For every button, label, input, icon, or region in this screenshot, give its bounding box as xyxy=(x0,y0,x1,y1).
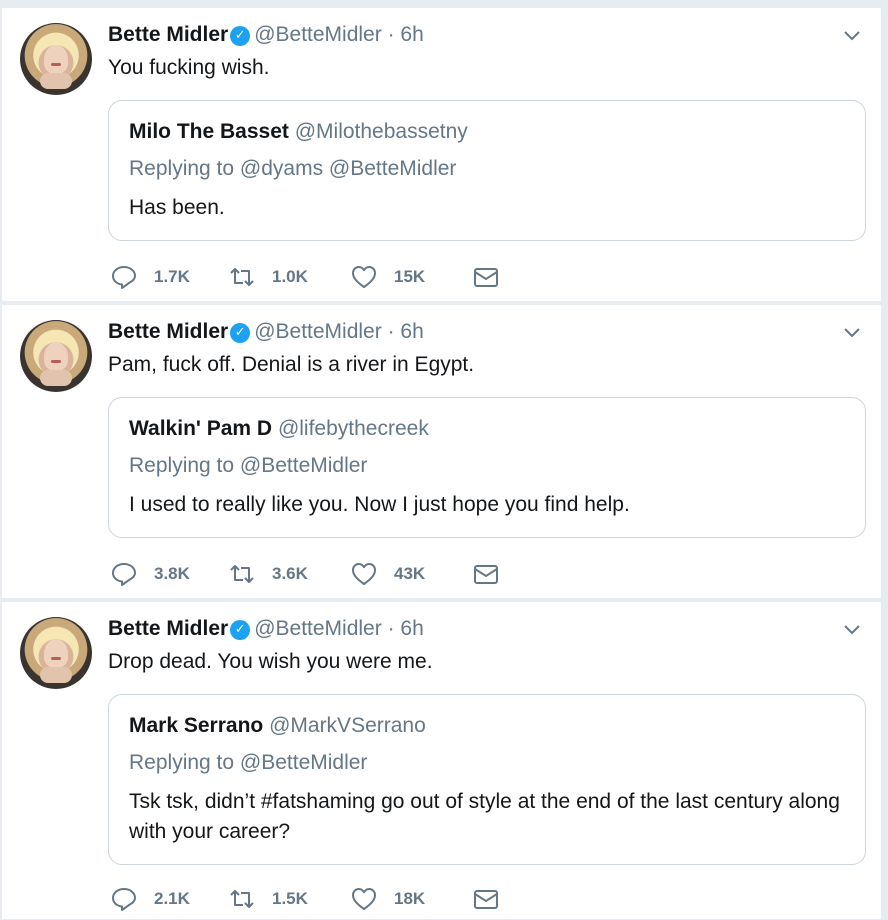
tweet[interactable]: Bette Midler ✓ @BetteMidler · 6h You fucki… xyxy=(2,8,881,302)
tweet-actions: 3.8K 3.6K 43K xyxy=(110,560,530,590)
envelope-icon xyxy=(474,565,498,584)
avatar[interactable] xyxy=(20,617,92,689)
quoted-tweet[interactable]: Milo The Basset @Milothebassetny Replyin… xyxy=(108,100,866,241)
author-handle[interactable]: @BetteMidler xyxy=(254,617,382,640)
reply-button[interactable]: 2.1K xyxy=(110,885,190,913)
quoted-replying-to: Replying to @BetteMidler xyxy=(129,454,368,477)
reply-count: 2.1K xyxy=(154,889,190,908)
quoted-header: Mark Serrano @MarkVSerrano xyxy=(129,714,426,738)
retweet-count: 1.5K xyxy=(272,889,308,908)
retweet-count: 3.6K xyxy=(272,564,308,583)
like-count: 15K xyxy=(394,267,426,286)
like-count: 43K xyxy=(394,564,426,583)
author-name[interactable]: Bette Midler xyxy=(108,23,228,46)
retweet-count: 1.0K xyxy=(272,267,308,286)
tweet-actions: 1.7K 1.0K 15K xyxy=(110,263,530,293)
author-name[interactable]: Bette Midler xyxy=(108,617,228,640)
verified-badge-icon: ✓ xyxy=(230,620,251,640)
author-handle[interactable]: @BetteMidler xyxy=(254,320,382,343)
quoted-header: Walkin' Pam D @lifebythecreek xyxy=(129,417,429,441)
like-button[interactable]: 15K xyxy=(350,263,425,291)
reply-icon xyxy=(112,563,136,586)
reply-count: 3.8K xyxy=(154,564,190,583)
retweet-button[interactable]: 3.6K xyxy=(228,560,308,588)
chevron-down-icon[interactable] xyxy=(842,622,862,638)
quoted-author-name: Mark Serrano xyxy=(129,714,264,737)
quoted-header: Milo The Basset @Milothebassetny xyxy=(129,120,468,144)
quoted-tweet[interactable]: Walkin' Pam D @lifebythecreek Replying t… xyxy=(108,397,866,538)
author-name[interactable]: Bette Midler xyxy=(108,320,228,343)
separator-dot: · xyxy=(387,23,395,46)
reply-icon xyxy=(112,266,136,289)
quoted-author-handle: @lifebythecreek xyxy=(277,417,429,440)
retweet-icon xyxy=(230,268,254,286)
author-handle[interactable]: @BetteMidler xyxy=(254,23,382,46)
heart-icon xyxy=(352,888,376,910)
tweet[interactable]: Bette Midler ✓ @BetteMidler · 6h Drop dead… xyxy=(2,602,881,920)
quoted-author-name: Milo The Basset xyxy=(129,120,289,143)
like-count: 18K xyxy=(394,889,426,908)
direct-message-button[interactable] xyxy=(472,263,500,291)
separator-dot: · xyxy=(387,320,395,343)
like-button[interactable]: 18K xyxy=(350,885,425,913)
quoted-author-handle: @MarkVSerrano xyxy=(269,714,426,737)
heart-icon xyxy=(352,266,376,288)
reply-button[interactable]: 1.7K xyxy=(110,263,190,291)
tweet-timestamp[interactable]: 6h xyxy=(400,23,423,46)
tweet-text: Pam, fuck off. Denial is a river in Egyp… xyxy=(108,353,475,376)
reply-count: 1.7K xyxy=(154,267,190,286)
quoted-replying-to: Replying to @dyams @BetteMidler xyxy=(129,157,457,180)
tweet-actions: 2.1K 1.5K 18K xyxy=(110,885,530,915)
tweet[interactable]: Bette Midler ✓ @BetteMidler · 6h Pam, fuck… xyxy=(2,305,881,599)
chevron-down-icon[interactable] xyxy=(842,325,862,341)
quoted-text: Has been. xyxy=(129,196,225,219)
reply-icon xyxy=(112,888,136,911)
retweet-icon xyxy=(230,890,254,908)
avatar[interactable] xyxy=(20,23,92,95)
verified-badge-icon: ✓ xyxy=(230,26,251,46)
reply-button[interactable]: 3.8K xyxy=(110,560,190,588)
direct-message-button[interactable] xyxy=(472,885,500,913)
quoted-tweet[interactable]: Mark Serrano @MarkVSerrano Replying to @… xyxy=(108,694,866,865)
avatar[interactable] xyxy=(20,320,92,392)
quoted-author-name: Walkin' Pam D xyxy=(129,417,273,440)
tweet-header: Bette Midler ✓ @BetteMidler · 6h xyxy=(108,320,424,344)
tweet-text: You fucking wish. xyxy=(108,56,270,79)
quoted-author-handle: @Milothebassetny xyxy=(294,120,468,143)
tweet-timestamp[interactable]: 6h xyxy=(400,617,423,640)
retweet-icon xyxy=(230,565,254,583)
heart-icon xyxy=(352,563,376,585)
verified-badge-icon: ✓ xyxy=(230,323,251,343)
envelope-icon xyxy=(474,268,498,287)
tweet-header: Bette Midler ✓ @BetteMidler · 6h xyxy=(108,23,424,47)
quoted-text: Tsk tsk, didn’t #fatshaming go out of st… xyxy=(129,790,840,843)
tweet-timestamp[interactable]: 6h xyxy=(400,320,423,343)
separator-dot: · xyxy=(387,617,395,640)
tweet-timeline: Bette Midler ✓ @BetteMidler · 6h You fucki… xyxy=(0,0,888,920)
tweet-header: Bette Midler ✓ @BetteMidler · 6h xyxy=(108,617,424,641)
quoted-replying-to: Replying to @BetteMidler xyxy=(129,751,368,774)
retweet-button[interactable]: 1.0K xyxy=(228,263,308,291)
retweet-button[interactable]: 1.5K xyxy=(228,885,308,913)
tweet-text: Drop dead. You wish you were me. xyxy=(108,650,433,673)
quoted-text: I used to really like you. Now I just ho… xyxy=(129,493,630,516)
chevron-down-icon[interactable] xyxy=(842,28,862,44)
envelope-icon xyxy=(474,890,498,909)
like-button[interactable]: 43K xyxy=(350,560,425,588)
direct-message-button[interactable] xyxy=(472,560,500,588)
